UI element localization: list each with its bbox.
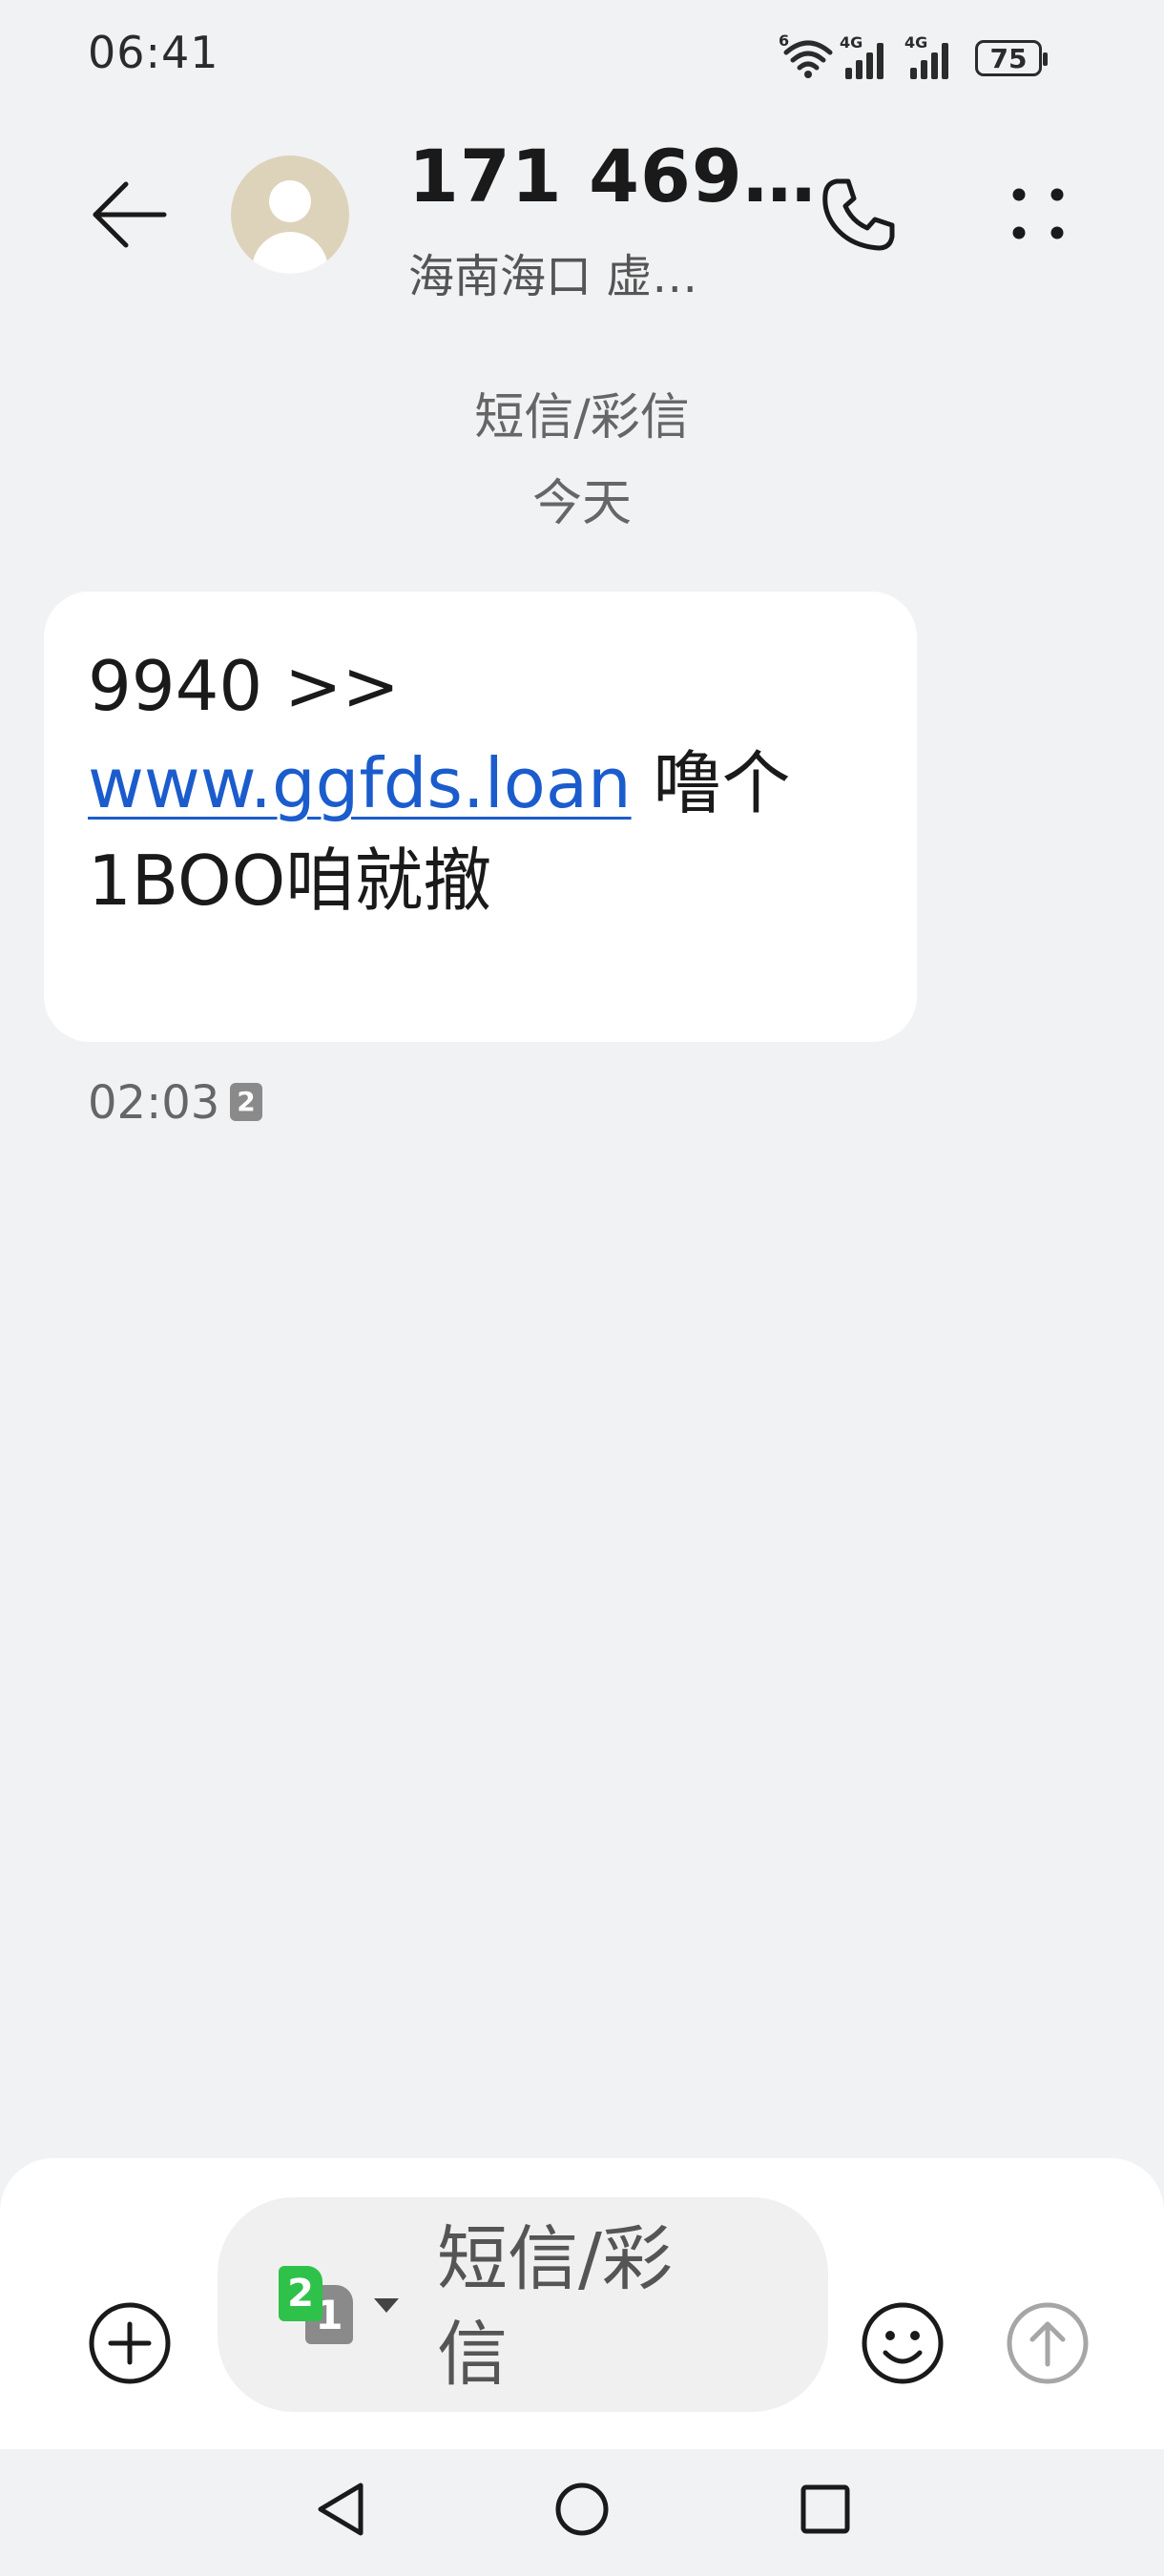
- send-button[interactable]: [1004, 2299, 1091, 2387]
- battery-level: 75: [989, 42, 1028, 74]
- contact-location: 海南海口 虚…: [408, 250, 698, 303]
- nav-home-button[interactable]: [549, 2476, 615, 2543]
- emoji-button[interactable]: [859, 2299, 946, 2387]
- send-icon: [1007, 2302, 1089, 2384]
- contact-avatar[interactable]: [231, 156, 349, 274]
- message-line-3: 1BOO咱就撤: [88, 841, 492, 921]
- add-icon: [89, 2302, 171, 2384]
- back-button[interactable]: [86, 172, 172, 258]
- signal-sim2-icon: 4G: [904, 33, 964, 79]
- status-icons: 6 4G 4G 75: [779, 25, 1048, 92]
- signal-sim1-icon: 4G: [840, 33, 899, 79]
- input-placeholder: 短信/彩信: [437, 2218, 673, 2396]
- back-arrow-icon: [93, 181, 167, 248]
- emoji-icon: [862, 2302, 944, 2384]
- sim-primary-icon: 2: [279, 2266, 322, 2321]
- battery-icon: 75: [975, 40, 1048, 76]
- more-icon: [1012, 188, 1064, 239]
- circle-home-icon: [555, 2483, 609, 2536]
- message-line-1: 9940 >>: [88, 646, 400, 726]
- contact-name[interactable]: 171 469…: [408, 134, 817, 218]
- wifi-tag: 6: [779, 31, 790, 50]
- message-link[interactable]: www.ggfds.loan: [88, 743, 632, 823]
- status-time: 06:41: [88, 27, 219, 78]
- channel-label: 短信/彩信: [474, 389, 690, 447]
- add-attachment-button[interactable]: [86, 2299, 174, 2387]
- sim-card-badge: 2: [230, 1083, 262, 1121]
- sim2-network-tag: 4G: [904, 33, 928, 52]
- nav-back-button[interactable]: [307, 2476, 374, 2543]
- more-options-button[interactable]: [992, 172, 1078, 258]
- wifi-icon: 6: [779, 31, 834, 79]
- message-text: 9940 >> www.ggfds.loan 噜个 1BOO咱就撤: [88, 637, 873, 929]
- date-separator: 今天: [531, 475, 632, 532]
- sim-selector[interactable]: 1 2: [279, 2266, 403, 2352]
- triangle-back-icon: [318, 2483, 364, 2536]
- square-recents-icon: [800, 2484, 850, 2534]
- call-button[interactable]: [816, 172, 902, 258]
- sim1-network-tag: 4G: [840, 33, 863, 52]
- message-line-2-suffix: 噜个: [631, 743, 791, 823]
- phone-icon: [822, 178, 895, 251]
- message-bubble[interactable]: 9940 >> www.ggfds.loan 噜个 1BOO咱就撤: [44, 592, 917, 1042]
- message-time: 02:03: [88, 1076, 220, 1130]
- nav-recents-button[interactable]: [792, 2476, 859, 2543]
- chevron-down-icon: [374, 2298, 399, 2313]
